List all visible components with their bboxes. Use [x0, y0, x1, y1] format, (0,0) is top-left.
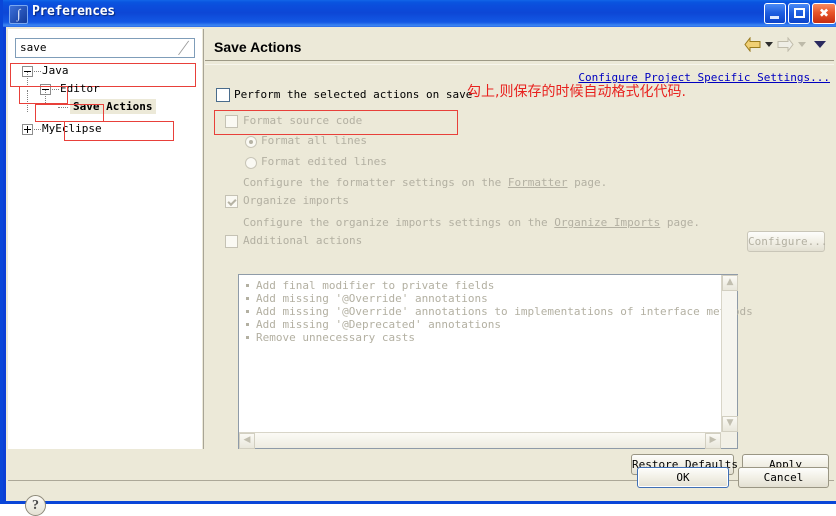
tree-item-label: MyEclipse — [42, 122, 102, 135]
list-item: Add missing '@Override' annotations to i… — [244, 305, 753, 318]
close-button[interactable]: ✖ — [812, 3, 836, 24]
preferences-tree: Java Editor Save Actions MyEclipse — [14, 63, 200, 139]
list-item: Remove unnecessary casts — [244, 331, 753, 344]
search-input-value: save — [20, 41, 47, 54]
additional-actions-checkbox[interactable] — [225, 235, 238, 248]
organize-imports-link[interactable]: Organize Imports — [554, 216, 660, 229]
page-navigation — [744, 37, 826, 52]
filter-eraser-icon[interactable]: ╱ — [176, 41, 192, 55]
additional-actions-label: Additional actions — [243, 234, 363, 247]
title-bar: ∫ Preferences ✖ — [3, 0, 836, 27]
tree-item-save-actions[interactable]: Save Actions — [14, 90, 200, 121]
organize-imports-label: Organize imports — [243, 194, 349, 207]
cancel-button[interactable]: Cancel — [738, 467, 829, 488]
panel-divider — [203, 29, 204, 449]
minimize-button[interactable] — [764, 3, 786, 24]
list-item: Add missing '@Deprecated' annotations — [244, 318, 753, 331]
organize-imports-description: Configure the organize imports settings … — [243, 216, 700, 229]
window-title: Preferences — [32, 4, 115, 19]
back-arrow-icon[interactable] — [744, 37, 761, 52]
forward-menu-chevron-down-icon — [798, 42, 806, 47]
save-actions-list-items: Add final modifier to private fields Add… — [244, 279, 753, 344]
scroll-down-icon[interactable]: ▼ — [722, 416, 738, 432]
tree-item-myeclipse[interactable]: MyEclipse — [14, 121, 200, 139]
tree-item-label: Editor — [60, 82, 100, 95]
tree-item-label: Save Actions — [70, 99, 157, 114]
dialog-client-area: save ╱ Java Editor Save Actions MyEclips… — [6, 27, 836, 516]
scroll-right-icon[interactable]: ▶ — [705, 433, 721, 449]
tree-item-editor[interactable]: Editor — [14, 72, 200, 99]
filter-search: save ╱ — [15, 38, 195, 58]
save-actions-list[interactable]: Add final modifier to private fields Add… — [238, 274, 753, 449]
configure-button[interactable]: Configure... — [747, 231, 827, 252]
ok-button[interactable]: OK — [637, 467, 729, 488]
formatter-link[interactable]: Formatter — [508, 176, 568, 189]
page-menu-chevron-down-icon[interactable] — [814, 41, 826, 48]
scroll-left-icon[interactable]: ◀ — [239, 433, 255, 449]
tree-item-label: Java — [42, 64, 69, 77]
organize-imports-checkbox[interactable] — [225, 195, 238, 208]
window-controls: ✖ — [764, 3, 836, 24]
tree-item-java[interactable]: Java — [14, 63, 200, 81]
perform-actions-checkbox[interactable] — [216, 88, 230, 102]
scroll-up-icon[interactable]: ▲ — [722, 275, 738, 291]
horizontal-scrollbar[interactable]: ◀ ▶ — [239, 432, 721, 449]
vertical-scrollbar[interactable]: ▲ ▼ — [721, 275, 738, 432]
perform-actions-label: Perform the selected actions on save — [234, 88, 473, 101]
forward-arrow-icon — [777, 37, 794, 52]
list-item: Add missing '@Override' annotations — [244, 292, 753, 305]
scrollbar-corner — [721, 432, 737, 448]
maximize-button[interactable] — [788, 3, 810, 24]
preferences-dialog: ∫ Preferences ✖ save ╱ Java Editor Save … — [0, 0, 836, 516]
format-source-code-checkbox[interactable] — [225, 115, 238, 128]
format-source-code-label: Format source code — [243, 114, 363, 127]
format-edited-lines-radio[interactable] — [245, 157, 257, 169]
format-all-lines-label: Format all lines — [261, 134, 367, 147]
chinese-annotation: 勾上,则保存的时候自动格式化代码. — [467, 84, 686, 100]
help-icon[interactable]: ? — [25, 495, 46, 516]
page-title: Save Actions — [214, 39, 302, 55]
search-input[interactable]: save ╱ — [15, 38, 195, 58]
back-menu-chevron-down-icon[interactable] — [765, 42, 773, 47]
formatter-description: Configure the formatter settings on the … — [243, 176, 608, 189]
list-item: Add final modifier to private fields — [244, 279, 753, 292]
format-edited-lines-label: Format edited lines — [261, 155, 387, 168]
format-all-lines-radio[interactable] — [245, 136, 257, 148]
preferences-icon: ∫ — [9, 5, 28, 24]
expander-plus-icon[interactable] — [22, 124, 33, 135]
